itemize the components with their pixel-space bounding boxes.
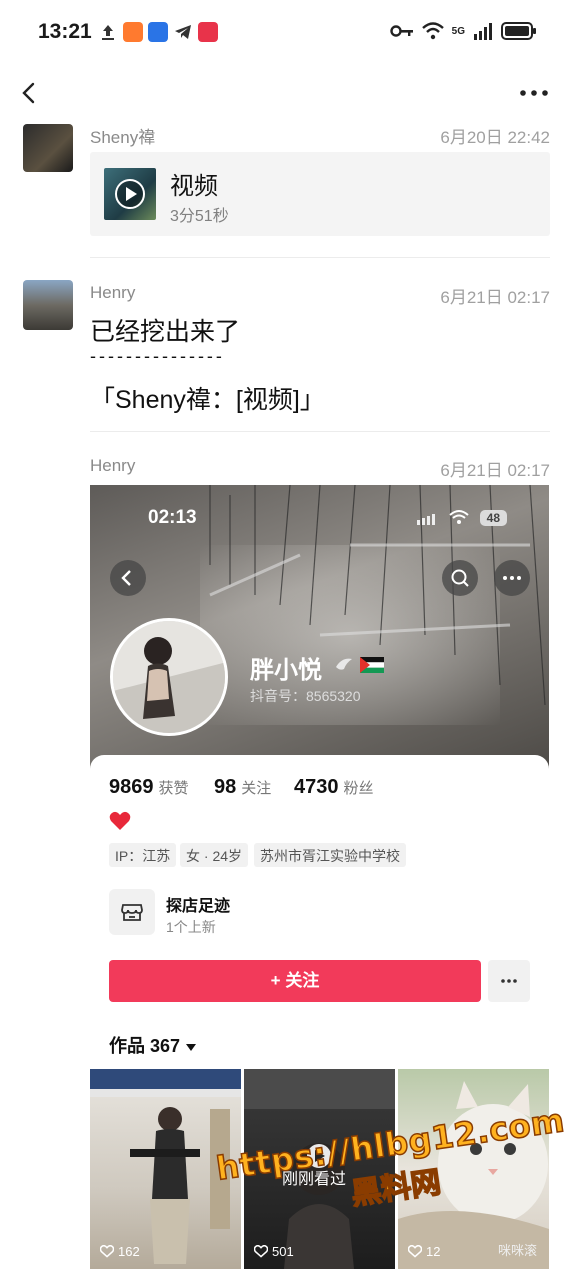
message-divider — [90, 257, 550, 258]
dove-icon — [336, 658, 352, 670]
avatar[interactable] — [23, 124, 73, 172]
tag-ip: IP：江苏 — [109, 843, 177, 867]
message-sender: Sheny禕 — [90, 128, 156, 147]
more-horizontal-icon[interactable] — [517, 78, 551, 108]
follow-button: + 关注 — [109, 960, 481, 1002]
stat-following: 98 关注 — [214, 776, 272, 798]
message-time: 6月20日 22:42 — [440, 128, 550, 147]
more-button — [494, 560, 530, 596]
stat-followers: 4730 粉丝 — [294, 776, 374, 798]
heart-outline-icon — [254, 1245, 268, 1258]
tile-likes: 501 — [254, 1244, 294, 1259]
flag-icon — [360, 657, 384, 673]
shop-icon — [109, 889, 155, 935]
works-tab: 作品 367 — [109, 1032, 197, 1058]
signal-icon — [417, 514, 435, 525]
key-icon — [389, 25, 413, 37]
tile-likes: 162 — [100, 1244, 140, 1259]
video-title: 视频 — [170, 173, 218, 200]
more-horizontal-icon — [503, 576, 521, 580]
heart-icon — [109, 811, 131, 830]
heart-outline-icon — [408, 1245, 422, 1258]
profile-id: 抖音号：8565320 — [250, 688, 361, 704]
network-label: 5G — [451, 25, 465, 37]
caret-down-icon — [186, 1043, 197, 1051]
wifi-icon — [421, 22, 444, 40]
message-sender: Henry — [90, 456, 136, 475]
system-icons: 5G — [389, 22, 537, 40]
telegram-icon — [175, 25, 191, 39]
profile-header: 02:13 48 胖小悦 抖音号：8565320 — [90, 485, 549, 770]
tag-gender-age: 女 · 24岁 — [180, 843, 249, 867]
shop-title: 探店足迹 — [166, 898, 231, 915]
nav-bar — [0, 66, 573, 122]
tag-school: 苏州市胥江实验中学校 — [254, 843, 406, 867]
status-time: 13:21 — [38, 20, 92, 43]
upload-icon — [102, 25, 114, 40]
search-icon — [451, 569, 469, 587]
status-bar: 13:21 5G — [0, 0, 573, 66]
stat-likes: 9869 获赞 — [109, 776, 189, 798]
chevron-left-icon — [121, 570, 131, 586]
app-badge-icon — [123, 22, 143, 42]
search-button — [442, 560, 478, 596]
message-sender: Henry — [90, 283, 136, 302]
more-horizontal-icon — [501, 979, 517, 983]
chevron-left-icon[interactable] — [14, 76, 48, 110]
message-separator: - - - - - - - - - - - - - - - — [90, 346, 222, 366]
tile-likes: 12 — [408, 1244, 440, 1259]
profile-name: 胖小悦 — [250, 657, 322, 684]
wifi-icon — [449, 510, 469, 524]
profile-avatar — [110, 618, 228, 736]
tile-caption: 咪咪滚 — [497, 1243, 537, 1258]
back-button — [110, 560, 146, 596]
screenshot-status-time: 02:13 — [148, 507, 197, 528]
battery-level: 48 — [479, 510, 507, 526]
shop-subtitle: 1个上新 — [166, 919, 216, 935]
signal-icon — [474, 23, 492, 40]
message-divider — [90, 431, 550, 432]
profile-more-button — [488, 960, 530, 1002]
video-duration: 3分51秒 — [170, 208, 229, 225]
notification-icons — [98, 22, 218, 42]
video-message-card[interactable]: 视频 3分51秒 — [90, 152, 550, 236]
quoted-reply: 「Sheny禕：[视频]」 — [90, 386, 325, 414]
storefront-icon — [121, 904, 143, 921]
video-app-icon — [198, 22, 218, 42]
video-thumbnail — [104, 168, 156, 220]
message-time: 6月21日 02:17 — [440, 461, 550, 480]
play-icon — [115, 179, 145, 209]
avatar[interactable] — [23, 280, 73, 330]
message-time: 6月21日 02:17 — [440, 288, 550, 307]
heart-outline-icon — [100, 1245, 114, 1258]
lock-icon — [148, 22, 168, 42]
battery-icon — [501, 22, 536, 40]
message-text: 已经挖出来了 — [90, 318, 241, 346]
